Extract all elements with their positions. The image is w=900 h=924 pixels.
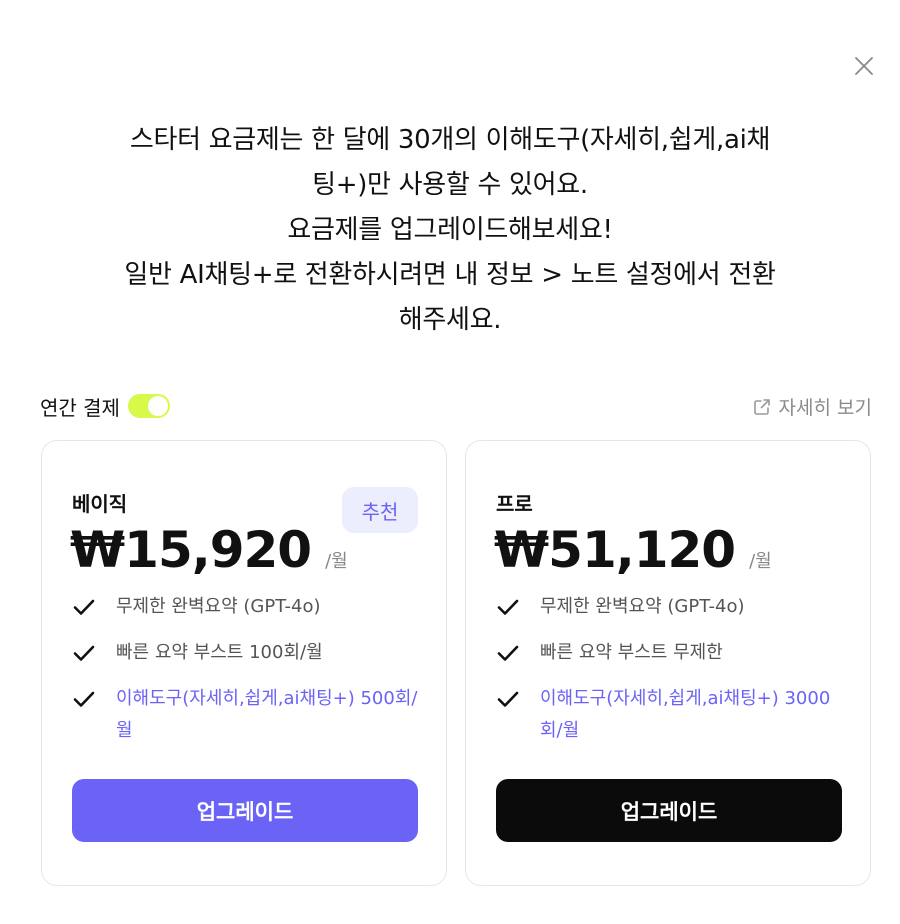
feature-item: 무제한 완벽요약 (GPT-4o) (72, 591, 422, 623)
annual-billing-toggle[interactable] (127, 394, 170, 418)
view-details-link[interactable]: 자세히 보기 (753, 393, 872, 420)
feature-item: 빠른 요약 부스트 무제한 (496, 637, 846, 669)
annual-billing-row: 연간 결제 (40, 392, 170, 420)
feature-list: 무제한 완벽요약 (GPT-4o) 빠른 요약 부스트 100회/월 이해도구(… (72, 591, 422, 761)
feature-text: 무제한 완벽요약 (GPT-4o) (116, 596, 321, 617)
price-row: ₩15,920 /월 (70, 521, 348, 579)
plan-price: ₩15,920 (70, 521, 312, 579)
check-icon (72, 683, 98, 715)
feature-text: 빠른 요약 부스트 100회/월 (116, 642, 323, 663)
price-unit: /월 (325, 551, 348, 572)
recommended-badge: 추천 (342, 487, 418, 533)
plan-price: ₩51,120 (494, 521, 736, 579)
notice-line: 일반 AI채팅+로 전환하시려면 내 정보 > 노트 설정에서 전환 (124, 260, 776, 290)
feature-item: 이해도구(자세히,쉽게,ai채팅+) 3000회/월 (496, 683, 846, 747)
check-icon (72, 637, 98, 669)
upgrade-button-pro[interactable]: 업그레이드 (496, 779, 842, 842)
check-icon (496, 683, 522, 715)
plan-name: 프로 (496, 492, 533, 516)
close-icon (855, 57, 873, 75)
feature-text: 이해도구(자세히,쉽게,ai채팅+) 3000회/월 (540, 688, 831, 741)
feature-item: 이해도구(자세히,쉽게,ai채팅+) 500회/월 (72, 683, 422, 747)
feature-text: 무제한 완벽요약 (GPT-4o) (540, 596, 745, 617)
check-icon (496, 591, 522, 623)
toggle-knob (147, 396, 168, 416)
plan-card-pro: 프로 ₩51,120 /월 무제한 완벽요약 (GPT-4o) 빠른 요약 부스… (465, 440, 871, 886)
plan-name: 베이직 (72, 492, 128, 516)
feature-text: 이해도구(자세히,쉽게,ai채팅+) 500회/월 (116, 688, 418, 741)
check-icon (72, 591, 98, 623)
annual-billing-label: 연간 결제 (40, 395, 120, 420)
close-button[interactable] (851, 53, 877, 79)
external-link-icon (753, 398, 770, 415)
price-row: ₩51,120 /월 (494, 521, 772, 579)
upgrade-notice: 스타터 요금제는 한 달에 30개의 이해도구(자세히,쉽게,ai채 팅+)만 … (60, 118, 840, 343)
feature-list: 무제한 완벽요약 (GPT-4o) 빠른 요약 부스트 무제한 이해도구(자세히… (496, 591, 846, 761)
notice-line: 해주세요. (398, 305, 502, 335)
notice-line: 요금제를 업그레이드해보세요! (287, 215, 613, 245)
price-unit: /월 (749, 551, 772, 572)
notice-line: 스타터 요금제는 한 달에 30개의 이해도구(자세히,쉽게,ai채 (129, 125, 771, 155)
feature-item: 무제한 완벽요약 (GPT-4o) (496, 591, 846, 623)
view-details-label: 자세히 보기 (778, 397, 872, 419)
plan-card-basic: 베이직 추천 ₩15,920 /월 무제한 완벽요약 (GPT-4o) 빠른 요… (41, 440, 447, 886)
upgrade-button-basic[interactable]: 업그레이드 (72, 779, 418, 842)
notice-line: 팅+)만 사용할 수 있어요. (312, 170, 588, 200)
feature-text: 빠른 요약 부스트 무제한 (540, 642, 723, 663)
feature-item: 빠른 요약 부스트 100회/월 (72, 637, 422, 669)
check-icon (496, 637, 522, 669)
